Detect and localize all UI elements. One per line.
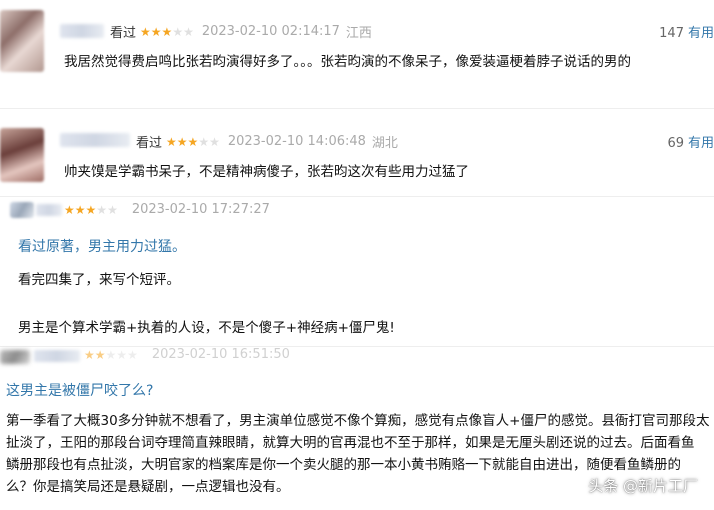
- review-time: 2023-02-10 14:06:48: [227, 134, 366, 149]
- star-icon: ★: [172, 24, 184, 39]
- rating-stars: ★ ★ ★ ★ ★: [140, 25, 194, 39]
- useful-vote[interactable]: 69 有用: [667, 132, 714, 151]
- review-line: 鳞册那段也有点扯淡，大明官家的档案库是你一个卖火腿的那一本小黄书贿赂一下就能自由…: [6, 457, 681, 473]
- avatar[interactable]: [0, 10, 44, 72]
- star-icon: ★: [64, 202, 75, 217]
- review-title-link[interactable]: 看过原著，男主用力过猛。: [18, 236, 186, 256]
- star-icon: ★: [209, 134, 220, 149]
- divider: [0, 196, 714, 197]
- watch-status: 看过: [136, 136, 163, 151]
- username-blurred[interactable]: [60, 133, 130, 147]
- review-meta: ★ ★ ★ ★ ★ 2023-02-10 16:51:50: [84, 347, 290, 362]
- review-time: 2023-02-10 17:27:27: [131, 202, 270, 217]
- star-icon: ★: [183, 24, 194, 39]
- star-icon: ★: [85, 202, 97, 217]
- rating-stars: ★ ★ ★ ★ ★: [84, 348, 138, 362]
- star-icon: ★: [127, 347, 138, 362]
- review-line: 扯淡了，王阳的那段台词夺理简直辣眼睛，就算大明的官再混也不至于那样，如果是无厘头…: [6, 435, 695, 451]
- star-icon: ★: [150, 24, 162, 39]
- useful-button[interactable]: 有用: [688, 136, 714, 151]
- review-line: 看完四集了，来写个短评。: [18, 272, 180, 288]
- watch-status: 看过: [110, 26, 137, 41]
- review-text: 帅夹馍是学霸书呆子，不是精神病傻子，张若昀这次有些用力过猛了: [64, 164, 469, 180]
- useful-button[interactable]: 有用: [688, 26, 714, 41]
- rating-stars: ★ ★ ★ ★ ★: [64, 203, 118, 217]
- review-meta: 看过 ★ ★ ★ ★ ★ 2023-02-10 02:14:17 江西: [110, 22, 372, 41]
- useful-count: 147: [659, 26, 684, 41]
- username-blurred[interactable]: [60, 24, 104, 38]
- star-icon: ★: [105, 347, 117, 362]
- star-icon: ★: [161, 24, 173, 39]
- avatar[interactable]: [0, 128, 44, 182]
- divider: [0, 108, 714, 109]
- review-meta: ★ ★ ★ ★ ★ 2023-02-10 17:27:27: [64, 202, 270, 217]
- star-icon: ★: [187, 134, 199, 149]
- star-icon: ★: [166, 134, 177, 149]
- review-text: 我居然觉得费启鸣比张若昀演得好多了。。。张若昀演的不像呆子，像爱装逼梗着脖子说话…: [64, 54, 631, 70]
- review-meta: 看过 ★ ★ ★ ★ ★ 2023-02-10 14:06:48 湖北: [136, 132, 398, 151]
- avatar[interactable]: [10, 202, 34, 218]
- star-icon: ★: [140, 24, 151, 39]
- watermark: 头条 @新片工厂: [588, 477, 698, 495]
- review-time: 2023-02-10 02:14:17: [201, 24, 340, 39]
- star-icon: ★: [96, 202, 108, 217]
- rating-stars: ★ ★ ★ ★ ★: [166, 135, 220, 149]
- useful-count: 69: [667, 136, 684, 151]
- username-blurred[interactable]: [36, 204, 62, 216]
- star-icon: ★: [176, 134, 188, 149]
- username-blurred[interactable]: [34, 350, 80, 362]
- star-icon: ★: [107, 202, 118, 217]
- star-icon: ★: [116, 347, 128, 362]
- useful-vote[interactable]: 147 有用: [659, 22, 714, 41]
- review-line: 男主是个算术学霸+执着的人设，不是个傻子+神经病+僵尸鬼!: [18, 320, 395, 336]
- review-location: 湖北: [371, 136, 398, 151]
- review-line: 第一季看了大概30多分钟就不想看了，男主演单位感觉不像个算痴，感觉有点像盲人+僵…: [6, 413, 710, 429]
- star-icon: ★: [84, 347, 95, 362]
- review-title-link[interactable]: 这男主是被僵尸咬了么?: [6, 380, 153, 400]
- star-icon: ★: [94, 347, 106, 362]
- review-time: 2023-02-10 16:51:50: [151, 347, 290, 362]
- star-icon: ★: [198, 134, 210, 149]
- star-icon: ★: [74, 202, 86, 217]
- review-location: 江西: [345, 26, 372, 41]
- avatar[interactable]: [0, 350, 30, 364]
